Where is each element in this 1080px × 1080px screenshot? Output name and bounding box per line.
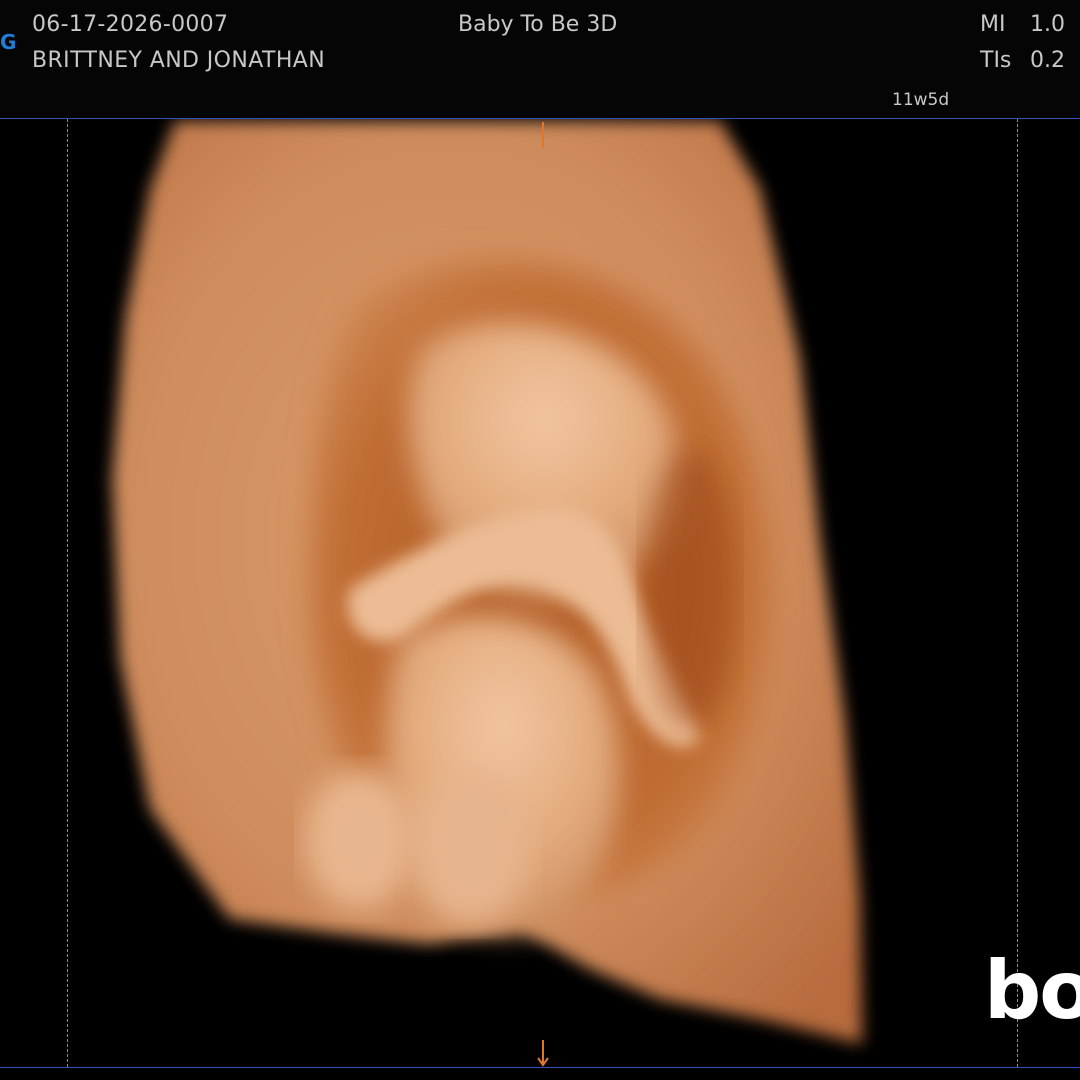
roi-right-boundary bbox=[1017, 119, 1018, 1067]
tis-value: 0.2 bbox=[1030, 48, 1065, 73]
header-bar: G 06-17-2026-0007 BRITTNEY AND JONATHAN … bbox=[0, 0, 1080, 118]
patient-name: BRITTNEY AND JONATHAN bbox=[32, 48, 326, 73]
mi-label: MI bbox=[980, 12, 1006, 37]
exam-id: 06-17-2026-0007 bbox=[32, 12, 229, 37]
ultrasound-3d-render bbox=[112, 121, 862, 1044]
mi-value: 1.0 bbox=[1030, 12, 1065, 37]
roi-left-boundary bbox=[67, 119, 68, 1067]
fetus-leg bbox=[305, 769, 415, 909]
preset-title: Baby To Be 3D bbox=[458, 12, 618, 37]
brand-logo-fragment: G bbox=[0, 30, 17, 54]
watermark-logo: bo bbox=[984, 944, 1080, 1037]
cavity-shadow bbox=[645, 449, 735, 729]
frame-bottom-line bbox=[0, 1067, 1080, 1068]
gestational-age: 11w5d bbox=[892, 90, 950, 110]
down-arrow-icon bbox=[537, 1040, 549, 1067]
fetus-leg-2 bbox=[410, 774, 530, 924]
orientation-tick-icon bbox=[542, 122, 544, 148]
tis-label: TIs bbox=[980, 48, 1012, 73]
